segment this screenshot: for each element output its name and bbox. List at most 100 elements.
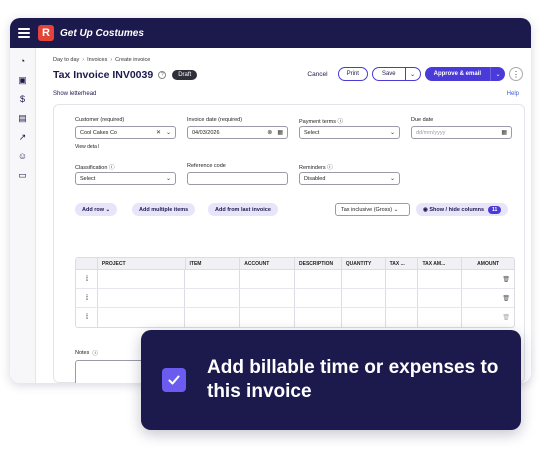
print-button[interactable]: Print xyxy=(337,67,368,81)
tax-cell[interactable] xyxy=(386,270,419,288)
item-cell[interactable] xyxy=(185,289,241,307)
payment-terms-label: Payment terms ⓘ xyxy=(299,117,343,125)
eye-icon: ◉ xyxy=(423,206,428,213)
project-cell[interactable] xyxy=(98,289,186,307)
show-letterhead-link[interactable]: Show letterhead xyxy=(53,91,96,97)
help-icon[interactable]: ⓘ xyxy=(109,165,115,171)
dashboard-icon[interactable]: ◔ xyxy=(16,56,30,66)
breadcrumb: Day to day › Invoices › Create invoice xyxy=(53,57,150,63)
due-date-label: Due date xyxy=(411,117,434,123)
project-cell[interactable] xyxy=(98,308,186,327)
table-header-drag xyxy=(76,258,98,269)
add-row-button[interactable]: Add row ⌄ xyxy=(75,203,118,216)
add-row-label: Add row xyxy=(82,206,104,213)
save-split-button: Save ⌄ xyxy=(371,67,421,81)
tax-amount-cell[interactable] xyxy=(418,289,463,307)
help-icon[interactable]: ? xyxy=(158,71,167,79)
column-count-badge: 11 xyxy=(488,205,502,214)
invoice-date-label: Invoice date (required) xyxy=(187,117,243,123)
tax-cell[interactable] xyxy=(386,308,419,327)
brand-name: Get Up Costumes xyxy=(60,27,144,39)
drag-handle-icon[interactable]: ⁞⁞ xyxy=(76,270,98,288)
calendar-icon[interactable]: ▣ xyxy=(16,75,30,85)
chevron-down-icon[interactable]: ⌄ xyxy=(166,129,171,136)
help-icon[interactable]: ⓘ xyxy=(327,165,333,171)
approve-email-button[interactable]: Approve & email xyxy=(425,67,491,81)
contacts-icon[interactable]: ☺ xyxy=(16,151,30,161)
tax-mode-select[interactable]: Tax inclusive (Gross) ⌄ xyxy=(335,203,410,216)
tax-amount-cell[interactable] xyxy=(418,308,463,327)
line-items-table: PROJECT ITEM ACCOUNT DESCRIPTION QUANTIT… xyxy=(75,257,515,328)
breadcrumb-separator: › xyxy=(82,57,85,63)
delete-row-icon[interactable]: 🗑 xyxy=(462,308,514,327)
help-icon[interactable]: ⓘ xyxy=(92,349,98,357)
quantity-cell[interactable] xyxy=(342,308,386,327)
drag-handle-icon[interactable]: ⁞⁞ xyxy=(76,289,98,307)
reference-label: Reference code xyxy=(187,163,226,169)
item-cell[interactable] xyxy=(185,270,241,288)
invoice-date-field[interactable]: 04/03/2026 ⊗ ▦ xyxy=(187,126,288,139)
view-details-link[interactable]: View deta l xyxy=(75,144,99,150)
classification-select[interactable]: Select ⌄ xyxy=(75,172,176,185)
quantity-cell[interactable] xyxy=(342,289,386,307)
chevron-down-icon[interactable]: ⌄ xyxy=(406,68,420,80)
more-options-icon[interactable]: ⋮ xyxy=(509,67,523,81)
account-cell[interactable] xyxy=(240,270,295,288)
drag-handle-icon[interactable]: ⁞⁞ xyxy=(76,308,98,327)
feature-callout: Add billable time or expenses to this in… xyxy=(141,330,521,430)
description-cell[interactable] xyxy=(295,308,342,327)
sidebar: ◔ ▣ $ ▤ ↗ ☺ ▭ xyxy=(10,48,36,383)
breadcrumb-day-to-day[interactable]: Day to day xyxy=(53,57,79,63)
customer-field[interactable]: Cool Cakes Co ✕ ⌄ xyxy=(75,126,176,139)
help-icon[interactable]: ⓘ xyxy=(338,119,344,125)
project-cell[interactable] xyxy=(98,270,186,288)
payment-terms-select[interactable]: Select ⌄ xyxy=(299,126,400,139)
tax-mode-value: Tax inclusive (Gross) xyxy=(341,206,393,213)
reminders-select[interactable]: Disabled ⌄ xyxy=(299,172,400,185)
chevron-down-icon: ⌄ xyxy=(389,176,395,182)
description-cell[interactable] xyxy=(295,289,342,307)
calendar-icon[interactable]: ▦ xyxy=(277,129,283,136)
tax-amount-cell[interactable] xyxy=(418,270,463,288)
app-window: R Get Up Costumes ◔ ▣ $ ▤ ↗ ☺ ▭ Day to d… xyxy=(10,18,531,383)
show-hide-columns-button[interactable]: ◉ Show / hide columns 11 xyxy=(416,203,509,216)
briefcase-icon[interactable]: ▤ xyxy=(16,113,30,123)
breadcrumb-invoices[interactable]: Invoices xyxy=(87,57,107,63)
account-cell[interactable] xyxy=(240,289,295,307)
calendar-icon[interactable]: ▦ xyxy=(501,129,507,136)
chevron-down-icon: ⌄ xyxy=(165,176,171,182)
chart-icon[interactable]: ↗ xyxy=(16,132,30,142)
chevron-down-icon: ⌄ xyxy=(393,206,399,213)
chevron-down-icon[interactable]: ⌄ xyxy=(491,67,505,81)
archive-icon[interactable]: ▭ xyxy=(16,170,30,180)
add-multiple-items-button[interactable]: Add multiple items xyxy=(132,203,196,216)
page-title: Tax Invoice INV0039 xyxy=(53,69,154,81)
item-cell[interactable] xyxy=(185,308,241,327)
description-cell[interactable] xyxy=(295,270,342,288)
cancel-button[interactable]: Cancel xyxy=(307,71,327,78)
delete-row-icon[interactable]: 🗑 xyxy=(462,289,514,307)
delete-row-icon[interactable]: 🗑 xyxy=(462,270,514,288)
tax-cell[interactable] xyxy=(386,289,419,307)
help-link[interactable]: Help xyxy=(507,91,519,97)
notes-label: Notes ⓘ xyxy=(75,349,98,357)
menu-icon[interactable] xyxy=(18,28,30,38)
table-header-account: ACCOUNT xyxy=(240,258,295,269)
status-badge: Draft xyxy=(172,70,198,80)
classification-label: Classification ⓘ xyxy=(75,163,114,171)
dollar-icon[interactable]: $ xyxy=(16,94,30,104)
account-cell[interactable] xyxy=(240,308,295,327)
table-row: ⁞⁞ 🗑 xyxy=(76,270,514,289)
reference-field[interactable] xyxy=(187,172,288,185)
due-date-field[interactable]: dd/mm/yyyy ▦ xyxy=(411,126,512,139)
table-row: ⁞⁞ 🗑 xyxy=(76,308,514,327)
add-from-last-invoice-button[interactable]: Add from last invoice xyxy=(208,203,278,216)
clear-icon[interactable]: ✕ xyxy=(156,129,161,136)
notes-label-text: Notes xyxy=(75,350,90,356)
table-header-project: PROJECT xyxy=(98,258,186,269)
quantity-cell[interactable] xyxy=(342,270,386,288)
save-button[interactable]: Save xyxy=(373,68,406,80)
customer-value: Cool Cakes Co xyxy=(80,129,117,136)
clear-icon[interactable]: ⊗ xyxy=(267,129,272,136)
app-logo[interactable]: R xyxy=(38,25,54,41)
